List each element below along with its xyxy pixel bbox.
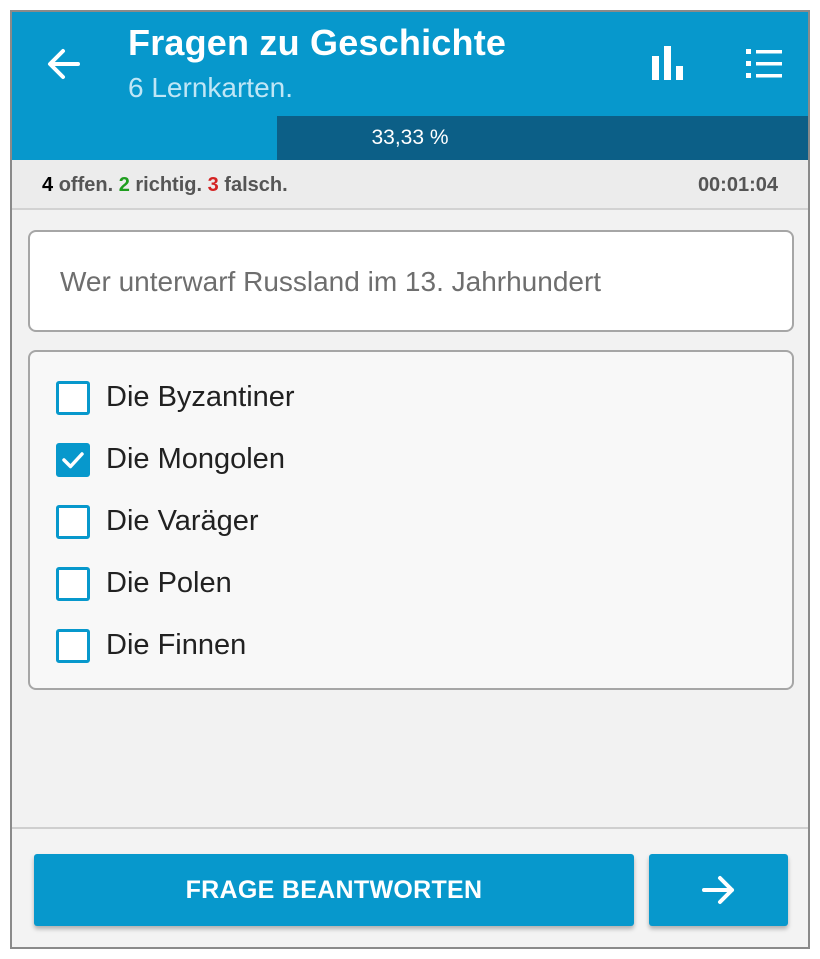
- checkbox[interactable]: [56, 381, 90, 415]
- bar-chart-icon: [652, 46, 683, 80]
- right-label: richtig.: [135, 174, 203, 196]
- list-icon: [746, 49, 782, 78]
- card-count: 6 Lernkarten.: [128, 72, 293, 103]
- checkbox[interactable]: [56, 443, 90, 477]
- app-bar: Fragen zu Geschichte 6 Lernkarten.: [12, 12, 808, 116]
- statistics-button[interactable]: [644, 42, 688, 86]
- page-title: Fragen zu Geschichte: [128, 22, 507, 63]
- answer-option[interactable]: Die Mongolen: [56, 438, 756, 482]
- progress-label: 33,33 %: [371, 126, 449, 149]
- back-button[interactable]: [42, 42, 86, 86]
- progress-bar: 33,33 %: [12, 116, 808, 160]
- bottom-bar: FRAGE BEANTWORTEN: [12, 827, 808, 947]
- answer-list: Die Byzantiner Die Mongolen Die Varäger …: [28, 350, 794, 690]
- status-bar: 4 offen. 2 richtig. 3 falsch. 00:01:04: [12, 160, 808, 210]
- answer-label: Die Byzantiner: [106, 381, 295, 413]
- checkbox[interactable]: [56, 629, 90, 663]
- answer-option[interactable]: Die Finnen: [56, 624, 756, 668]
- answer-label: Die Mongolen: [106, 443, 285, 475]
- answer-option[interactable]: Die Byzantiner: [56, 376, 756, 420]
- open-label: offen.: [58, 174, 114, 196]
- answer-option[interactable]: Die Polen: [56, 562, 756, 606]
- answer-question-label: FRAGE BEANTWORTEN: [185, 876, 483, 904]
- checkbox[interactable]: [56, 505, 90, 539]
- question-text: Wer unterwarf Russland im 13. Jahrhunder…: [60, 266, 602, 297]
- open-count: 4: [42, 174, 54, 196]
- arrow-left-icon: [48, 49, 80, 79]
- answer-option[interactable]: Die Varäger: [56, 500, 756, 544]
- list-menu-button[interactable]: [742, 42, 786, 86]
- arrow-right-icon: [702, 876, 734, 904]
- wrong-count: 3: [207, 174, 219, 196]
- answer-question-button[interactable]: FRAGE BEANTWORTEN: [34, 854, 634, 926]
- checkbox[interactable]: [56, 567, 90, 601]
- app-screen: Fragen zu Geschichte 6 Lernkarten. 33,33…: [10, 10, 810, 949]
- answer-label: Die Polen: [106, 567, 232, 599]
- timer: 00:01:04: [697, 174, 778, 196]
- right-count: 2: [118, 174, 130, 196]
- check-icon: [62, 452, 84, 469]
- answer-counts: 4 offen. 2 richtig. 3 falsch.: [42, 174, 288, 197]
- wrong-label: falsch.: [224, 174, 288, 196]
- next-button[interactable]: [649, 854, 788, 926]
- question-card: Wer unterwarf Russland im 13. Jahrhunder…: [28, 230, 794, 332]
- answer-label: Die Finnen: [106, 629, 247, 661]
- answer-label: Die Varäger: [106, 505, 259, 537]
